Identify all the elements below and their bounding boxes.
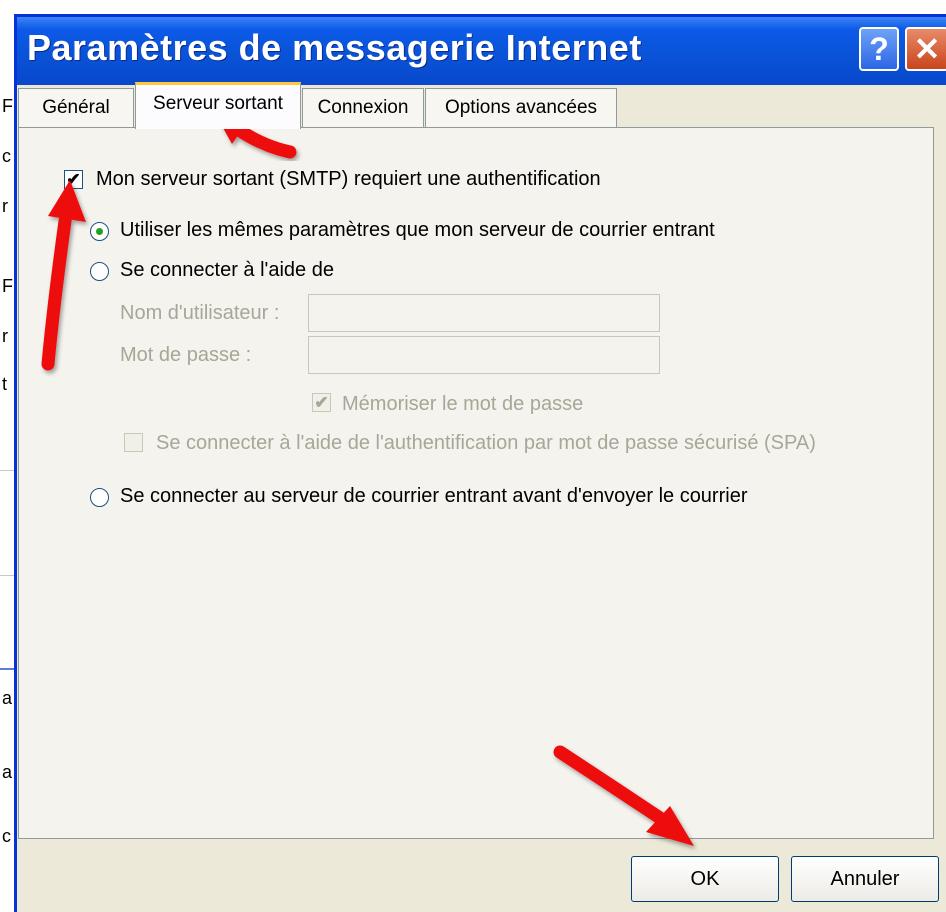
- background-divider: [0, 575, 14, 576]
- title-bar[interactable]: Paramètres de messagerie Internet ? ✕: [17, 17, 946, 85]
- background-text: F: [2, 96, 13, 116]
- background-text: r: [2, 326, 8, 346]
- window-title: Paramètres de messagerie Internet: [27, 27, 642, 68]
- tab-general[interactable]: Général: [18, 88, 134, 128]
- remember-password-label: Mémoriser le mot de passe: [342, 393, 584, 415]
- username-field[interactable]: [308, 294, 660, 332]
- spa-checkbox[interactable]: [124, 433, 143, 452]
- background-text: F: [2, 276, 13, 296]
- spa-label: Se connecter à l'aide de l'authentificat…: [156, 432, 816, 454]
- close-button[interactable]: ✕: [905, 27, 946, 71]
- cancel-button[interactable]: Annuler: [791, 856, 939, 902]
- password-field[interactable]: [308, 336, 660, 374]
- incoming-first-label: Se connecter au serveur de courrier entr…: [120, 485, 748, 507]
- same-settings-radio[interactable]: [90, 222, 109, 241]
- background-divider: [0, 470, 14, 471]
- background-text: r: [2, 196, 8, 216]
- background-text: c: [2, 146, 11, 166]
- username-label: Nom d'utilisateur :: [120, 302, 280, 324]
- remember-password-checkbox[interactable]: ✔: [312, 393, 331, 412]
- background-text: a: [2, 762, 13, 782]
- same-settings-label: Utiliser les mêmes paramètres que mon se…: [120, 219, 715, 241]
- background-text: a: [2, 688, 13, 708]
- radio-selected-dot: [96, 228, 103, 235]
- smtp-auth-checkbox[interactable]: ✔: [64, 170, 83, 189]
- password-label: Mot de passe :: [120, 344, 252, 366]
- tab-advanced-options[interactable]: Options avancées: [425, 88, 617, 128]
- ok-button[interactable]: OK: [631, 856, 779, 902]
- tab-outgoing-server[interactable]: Serveur sortant: [135, 82, 301, 129]
- background-text: c: [2, 826, 11, 846]
- background-text: t: [2, 374, 8, 394]
- smtp-auth-label: Mon serveur sortant (SMTP) requiert une …: [96, 168, 601, 190]
- background-divider: [0, 668, 14, 670]
- incoming-first-radio[interactable]: [90, 488, 109, 507]
- connect-with-radio[interactable]: [90, 262, 109, 281]
- help-button[interactable]: ?: [859, 27, 899, 71]
- tab-connection[interactable]: Connexion: [302, 88, 424, 128]
- connect-with-label: Se connecter à l'aide de: [120, 259, 334, 281]
